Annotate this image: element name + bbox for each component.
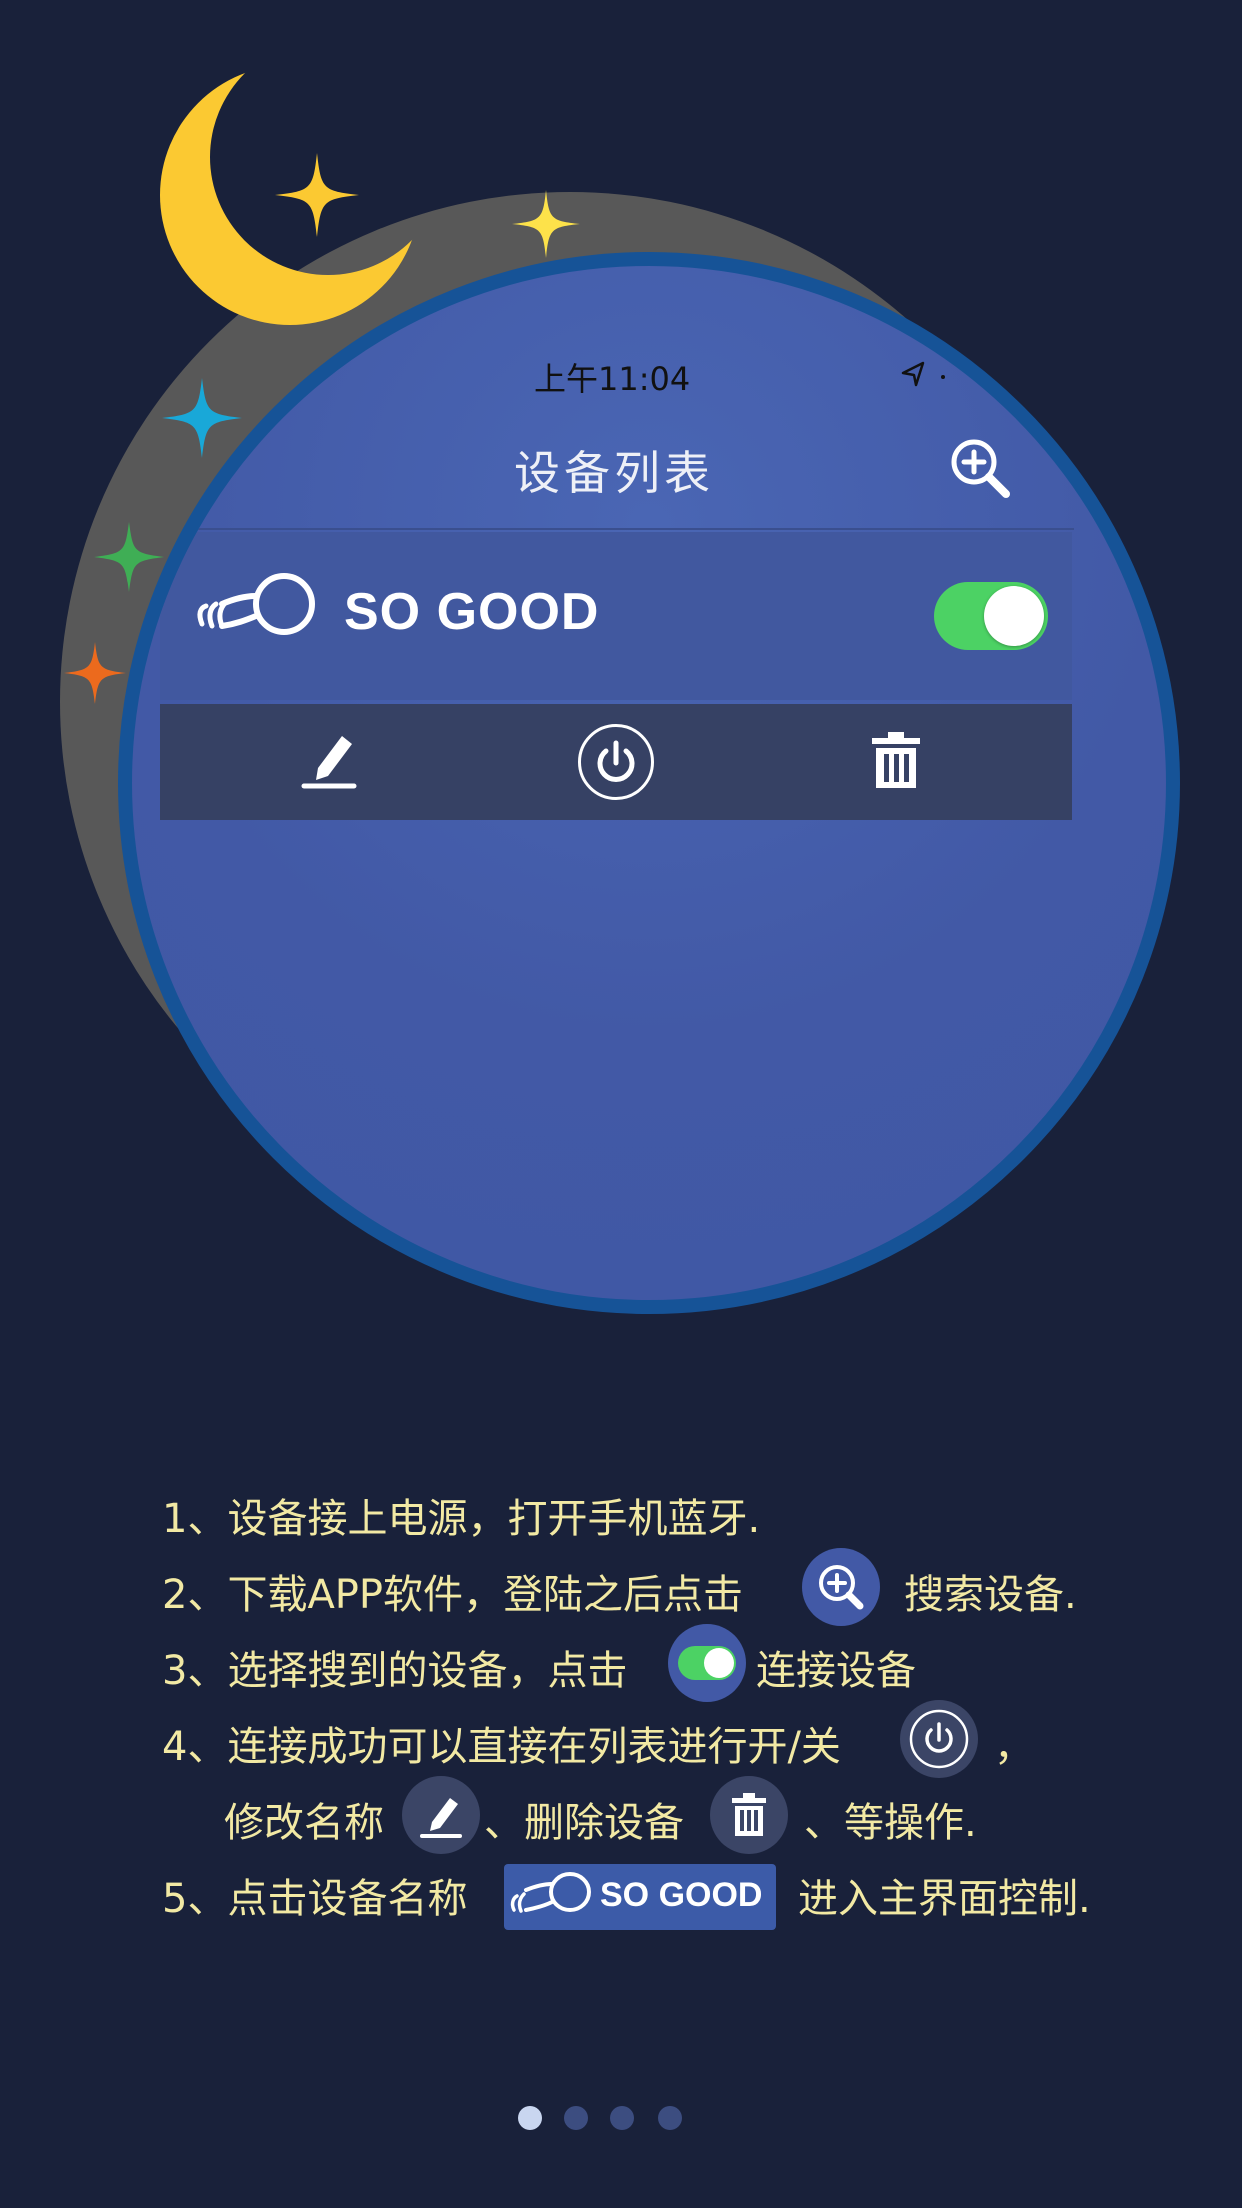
instruction-line-3b: 连接设备 <box>756 1648 916 1694</box>
trash-icon[interactable] <box>870 730 922 790</box>
page-dot-1[interactable] <box>518 2106 542 2130</box>
instruction-line-2a: 2、下载APP软件，登陆之后点击 <box>162 1572 744 1618</box>
search-badge <box>802 1548 880 1626</box>
toggle-on-icon <box>678 1646 736 1680</box>
device-connect-toggle[interactable] <box>934 582 1048 650</box>
toggle-badge <box>668 1624 746 1702</box>
edit-icon[interactable] <box>298 728 360 790</box>
device-name-badge-label: SO GOOD <box>600 1876 763 1914</box>
device-name[interactable]: SO GOOD <box>344 582 599 642</box>
instruction-line-5b: 进入主界面控制. <box>798 1876 1091 1922</box>
power-icon <box>597 740 635 782</box>
page-dot-3[interactable] <box>610 2106 634 2130</box>
instruction-line-2b: 搜索设备. <box>904 1572 1077 1618</box>
trash-badge <box>710 1776 788 1854</box>
instruction-line-4a: 4、连接成功可以直接在列表进行开/关 <box>162 1724 841 1770</box>
trash-icon <box>732 1793 766 1836</box>
yellow-sparkle-icon <box>275 153 359 237</box>
bulb-icon <box>510 1872 591 1913</box>
page-dot-4[interactable] <box>658 2106 682 2130</box>
status-time: 上午11:04 <box>534 360 691 398</box>
instruction-line-4c: 修改名称 <box>224 1800 384 1846</box>
instruction-line-4b: ， <box>994 1724 1034 1770</box>
small-yellow-sparkle-icon <box>512 190 580 258</box>
toggle-knob <box>984 586 1044 646</box>
power-icon <box>909 1709 969 1769</box>
instruction-line-4d: 、删除设备 <box>484 1800 684 1846</box>
edit-badge <box>402 1776 480 1854</box>
page-dot-2[interactable] <box>564 2106 588 2130</box>
phone-screen-lens: 上午11:04 设备列表 SO GOOD <box>118 252 1180 1314</box>
instruction-line-4e: 、等操作. <box>804 1800 977 1846</box>
instruction-line-5a: 5、点击设备名称 <box>162 1876 468 1922</box>
search-zoom-icon <box>819 1565 864 1610</box>
instruction-line-3a: 3、选择搜到的设备，点击 <box>162 1648 628 1694</box>
power-button[interactable] <box>578 724 654 800</box>
power-badge <box>900 1700 978 1778</box>
search-zoom-icon[interactable] <box>944 432 1016 504</box>
nav-divider <box>164 528 1074 530</box>
orange-sparkle-icon <box>64 642 126 704</box>
instruction-line-1: 1、设备接上电源，打开手机蓝牙. <box>162 1496 761 1542</box>
edit-icon <box>420 1798 462 1838</box>
nav-title: 设备列表 <box>514 446 714 500</box>
device-name-badge: SO GOOD <box>504 1864 776 1930</box>
location-arrow-icon <box>901 361 945 387</box>
bulb-icon <box>197 573 315 635</box>
